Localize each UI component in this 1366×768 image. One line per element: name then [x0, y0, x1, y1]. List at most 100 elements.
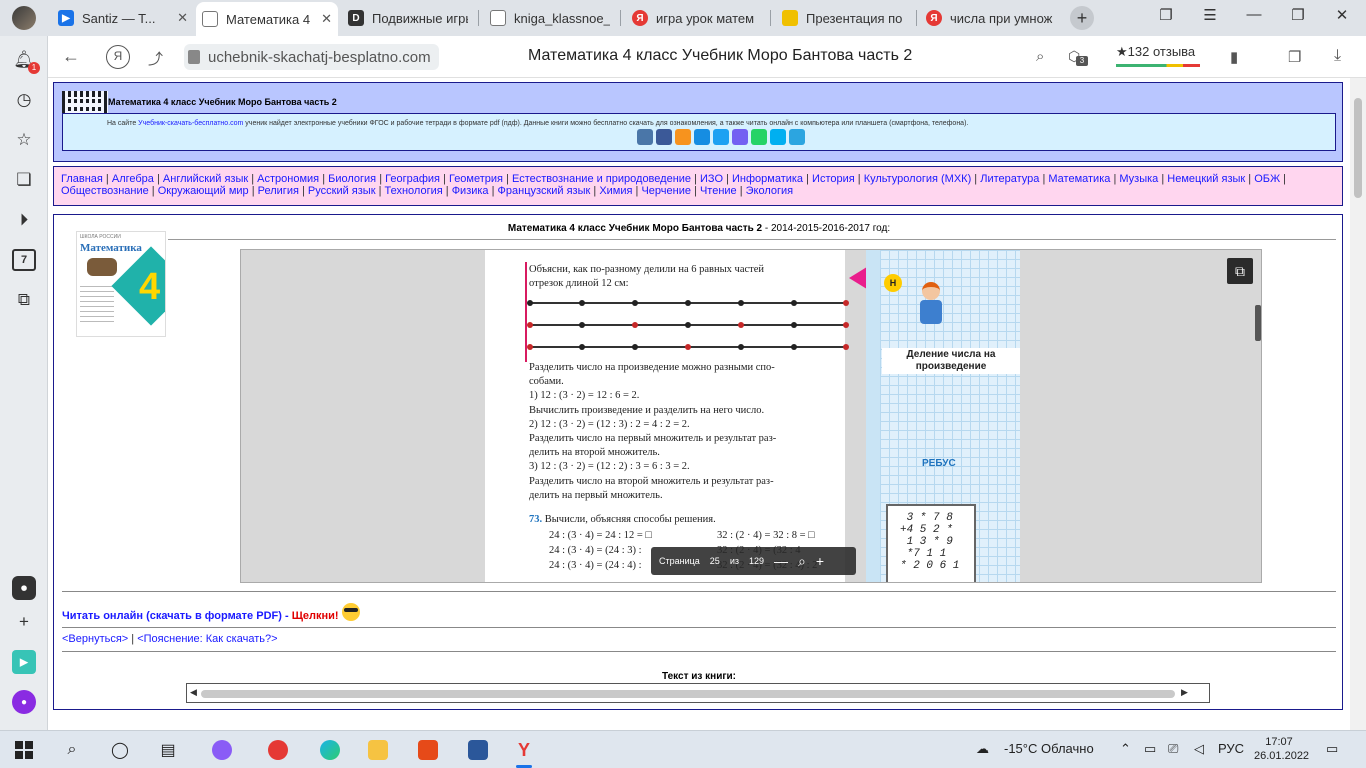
social-share-icon[interactable]: [675, 129, 691, 145]
nav-link[interactable]: Чтение: [700, 185, 737, 197]
nav-link[interactable]: ИЗО: [700, 173, 723, 185]
tab-1-active[interactable]: Математика 4 ✕: [196, 2, 338, 36]
recorder-icon[interactable]: ⏺: [12, 576, 36, 600]
collections-icon[interactable]: ❏: [12, 168, 36, 192]
notifications-icon[interactable]: ▭: [1326, 741, 1338, 757]
word-icon[interactable]: [466, 738, 490, 762]
social-share-icon[interactable]: [770, 129, 786, 145]
nav-link[interactable]: Естествознание и природоведение: [512, 173, 691, 185]
horizontal-scrollbar[interactable]: [201, 690, 1175, 698]
notification-bell-icon[interactable]: 🔔︎ 1: [12, 48, 40, 74]
screenshot-icon[interactable]: ⧉: [12, 288, 36, 312]
url-field[interactable]: uchebnik-skachatj-besplatno.com: [184, 44, 439, 70]
social-share-icon[interactable]: [751, 129, 767, 145]
nav-link[interactable]: Информатика: [732, 173, 803, 185]
popout-icon[interactable]: ⧉: [1227, 258, 1253, 284]
tab-3[interactable]: kniga_klassnoe_r: [484, 4, 616, 32]
close-icon[interactable]: ✕: [321, 11, 332, 27]
volume-icon[interactable]: ◁: [1194, 741, 1204, 757]
share-icon[interactable]: ⤴: [148, 48, 163, 69]
meet-icon[interactable]: ▭: [1144, 741, 1156, 757]
scroll-left-icon[interactable]: ◀: [190, 687, 197, 698]
site-link[interactable]: Учебник-скачать-бесплатно.com: [138, 120, 243, 127]
tab-0[interactable]: ▶ Santiz — T... ✕: [52, 4, 194, 32]
alice-icon[interactable]: ●: [12, 690, 36, 714]
restore-icon[interactable]: ❐: [1286, 6, 1310, 24]
add-icon[interactable]: +: [12, 610, 36, 634]
nav-link[interactable]: Английский язык: [163, 173, 248, 185]
reviews-widget[interactable]: ★132 отзыва: [1116, 44, 1200, 67]
new-tab-button[interactable]: +: [1070, 6, 1094, 30]
zoom-out-icon[interactable]: —: [774, 553, 788, 569]
download-icon[interactable]: ⤓: [1334, 47, 1341, 65]
nav-link[interactable]: Литература: [980, 173, 1039, 185]
back-arrow-icon[interactable]: ←: [62, 46, 80, 67]
video-play-icon[interactable]: ⏵: [12, 208, 36, 232]
nav-link[interactable]: Технология: [385, 185, 443, 197]
search-icon[interactable]: ⌕: [60, 738, 84, 762]
viewer-scrollbar[interactable]: [1255, 305, 1261, 341]
tab-manager-icon[interactable]: ❐: [1154, 6, 1178, 24]
nav-link[interactable]: Русский язык: [308, 185, 376, 197]
tab-6[interactable]: Я числа при умнож: [920, 4, 1060, 32]
social-share-icon[interactable]: [732, 129, 748, 145]
minimize-icon[interactable]: —: [1242, 6, 1266, 23]
nav-link[interactable]: География: [385, 173, 440, 185]
collections-icon[interactable]: ❐: [1288, 48, 1301, 66]
book-cover[interactable]: ШКОЛА РОССИИ Математика 4: [76, 231, 166, 337]
number-seven-icon[interactable]: 7: [12, 249, 36, 271]
clock[interactable]: 17:07 26.01.2022: [1254, 735, 1309, 763]
nav-link[interactable]: Французский язык: [498, 185, 591, 197]
nav-link[interactable]: Обществознание: [61, 185, 149, 197]
read-online-link[interactable]: Читать онлайн (скачать в формате PDF) - …: [62, 603, 360, 625]
page-scrollbar[interactable]: [1350, 78, 1366, 730]
social-share-icon[interactable]: [789, 129, 805, 145]
bookmark-icon[interactable]: ▮: [1230, 48, 1238, 66]
weather-text[interactable]: -15°C Облачно: [1004, 741, 1094, 756]
how-to-download-link[interactable]: <Пояснение: Как скачать?>: [137, 633, 277, 645]
chevron-up-icon[interactable]: ⌃: [1120, 741, 1131, 757]
nav-link[interactable]: ОБЖ: [1254, 173, 1280, 185]
menu-icon[interactable]: ☰: [1198, 6, 1222, 24]
weather-icon[interactable]: ☁: [976, 741, 989, 757]
history-icon[interactable]: ◷: [12, 88, 36, 112]
nav-link[interactable]: Культурология (МХК): [864, 173, 972, 185]
messenger-icon[interactable]: ▸: [12, 650, 36, 674]
back-link[interactable]: <Вернуться>: [62, 633, 128, 645]
nav-link[interactable]: Черчение: [641, 185, 691, 197]
nav-link[interactable]: Химия: [599, 185, 632, 197]
nav-link[interactable]: Математика: [1048, 173, 1110, 185]
tab-4[interactable]: Я игра урок матем: [626, 4, 766, 32]
zoom-in-icon[interactable]: +: [816, 553, 824, 569]
star-icon[interactable]: ☆: [12, 128, 36, 152]
zoom-icon[interactable]: ⌕: [798, 553, 806, 570]
nav-link[interactable]: Окружающий мир: [158, 185, 249, 197]
nav-link[interactable]: Геометрия: [449, 173, 503, 185]
yandex-icon[interactable]: Я: [106, 45, 130, 69]
social-share-icon[interactable]: [656, 129, 672, 145]
yandex-taskbar-icon[interactable]: Y: [512, 738, 536, 768]
nav-link[interactable]: Главная: [61, 173, 103, 185]
widgets-icon[interactable]: ▤: [156, 738, 180, 762]
pdf-viewer[interactable]: Объясни, как по-разному делили на 6 равн…: [240, 249, 1262, 583]
nav-link[interactable]: Физика: [452, 185, 489, 197]
alice-icon[interactable]: [210, 738, 234, 762]
office-icon[interactable]: [416, 738, 440, 762]
tab-5[interactable]: Презентация по: [776, 4, 912, 32]
scroll-right-icon[interactable]: ▶: [1181, 687, 1188, 698]
search-icon[interactable]: ⌕: [1036, 48, 1044, 65]
book-text-area[interactable]: ◀ ▶: [186, 683, 1210, 703]
nav-link[interactable]: Экология: [746, 185, 794, 197]
file-explorer-icon[interactable]: [366, 738, 390, 762]
close-icon[interactable]: ✕: [177, 10, 188, 26]
nav-link[interactable]: Религия: [258, 185, 299, 197]
nav-link[interactable]: Биология: [328, 173, 376, 185]
nav-link[interactable]: Астрономия: [257, 173, 319, 185]
nav-link[interactable]: Музыка: [1119, 173, 1158, 185]
yandex-browser-icon[interactable]: [266, 738, 290, 762]
windows-start-icon[interactable]: [12, 738, 36, 762]
profile-avatar[interactable]: [12, 6, 36, 30]
language-indicator[interactable]: РУС: [1218, 741, 1244, 756]
nav-link[interactable]: История: [812, 173, 855, 185]
social-share-icon[interactable]: [713, 129, 729, 145]
